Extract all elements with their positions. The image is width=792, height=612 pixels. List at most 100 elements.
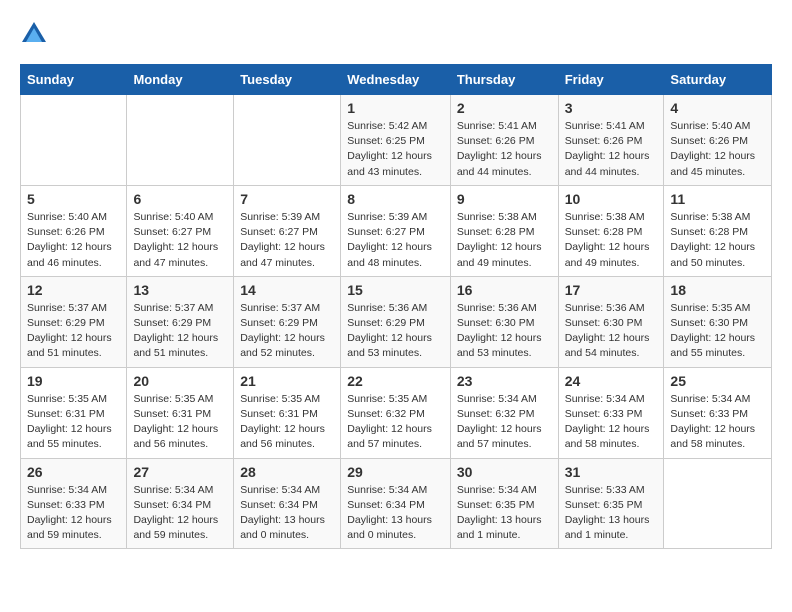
- day-number: 9: [457, 191, 552, 207]
- day-info: Sunrise: 5:38 AM Sunset: 6:28 PM Dayligh…: [670, 210, 765, 271]
- week-row-2: 5Sunrise: 5:40 AM Sunset: 6:26 PM Daylig…: [21, 185, 772, 276]
- day-info: Sunrise: 5:35 AM Sunset: 6:31 PM Dayligh…: [27, 392, 120, 453]
- header-day-monday: Monday: [127, 65, 234, 95]
- calendar-cell: 28Sunrise: 5:34 AM Sunset: 6:34 PM Dayli…: [234, 458, 341, 549]
- calendar-cell: 22 Sunrise: 5:35 AM Sunset: 6:32 PM Dayli…: [341, 367, 451, 458]
- calendar-cell: [21, 95, 127, 186]
- day-info: Sunrise: 5:37 AM Sunset: 6:29 PM Dayligh…: [133, 301, 227, 362]
- week-row-3: 12 Sunrise: 5:37 AM Sunset: 6:29 PM Dayli…: [21, 276, 772, 367]
- day-number: 31: [565, 464, 658, 480]
- calendar-cell: 23 Sunrise: 5:34 AM Sunset: 6:32 PM Dayli…: [450, 367, 558, 458]
- day-number: 13: [133, 282, 227, 298]
- day-number: 7: [240, 191, 334, 207]
- day-info: Sunrise: 5:42 AM Sunset: 6:25 PM Dayligh…: [347, 119, 444, 180]
- day-info: Sunrise: 5:34 AM Sunset: 6:32 PM Dayligh…: [457, 392, 552, 453]
- day-info: Sunrise: 5:39 AM Sunset: 6:27 PM Dayligh…: [240, 210, 334, 271]
- calendar-body: 1 Sunrise: 5:42 AM Sunset: 6:25 PM Daylig…: [21, 95, 772, 549]
- day-number: 25: [670, 373, 765, 389]
- header-day-wednesday: Wednesday: [341, 65, 451, 95]
- day-info: Sunrise: 5:40 AM Sunset: 6:27 PM Dayligh…: [133, 210, 227, 271]
- day-info: Sunrise: 5:33 AM Sunset: 6:35 PM Dayligh…: [565, 483, 658, 544]
- calendar-cell: 29 Sunrise: 5:34 AM Sunset: 6:34 PM Dayli…: [341, 458, 451, 549]
- calendar-cell: 7 Sunrise: 5:39 AM Sunset: 6:27 PM Daylig…: [234, 185, 341, 276]
- logo: [20, 20, 52, 48]
- header-day-tuesday: Tuesday: [234, 65, 341, 95]
- logo-icon: [20, 20, 48, 48]
- day-info: Sunrise: 5:41 AM Sunset: 6:26 PM Dayligh…: [457, 119, 552, 180]
- day-number: 10: [565, 191, 658, 207]
- calendar-cell: 31 Sunrise: 5:33 AM Sunset: 6:35 PM Dayli…: [558, 458, 664, 549]
- calendar-cell: 24 Sunrise: 5:34 AM Sunset: 6:33 PM Dayli…: [558, 367, 664, 458]
- week-row-5: 26Sunrise: 5:34 AM Sunset: 6:33 PM Dayli…: [21, 458, 772, 549]
- day-number: 20: [133, 373, 227, 389]
- day-number: 15: [347, 282, 444, 298]
- day-info: Sunrise: 5:34 AM Sunset: 6:34 PM Dayligh…: [133, 483, 227, 544]
- day-info: Sunrise: 5:41 AM Sunset: 6:26 PM Dayligh…: [565, 119, 658, 180]
- calendar-cell: 20 Sunrise: 5:35 AM Sunset: 6:31 PM Dayli…: [127, 367, 234, 458]
- day-number: 14: [240, 282, 334, 298]
- day-number: 29: [347, 464, 444, 480]
- day-number: 22: [347, 373, 444, 389]
- header-day-saturday: Saturday: [664, 65, 772, 95]
- calendar-cell: 3 Sunrise: 5:41 AM Sunset: 6:26 PM Daylig…: [558, 95, 664, 186]
- calendar-cell: 6Sunrise: 5:40 AM Sunset: 6:27 PM Daylig…: [127, 185, 234, 276]
- day-number: 12: [27, 282, 120, 298]
- day-number: 17: [565, 282, 658, 298]
- day-number: 2: [457, 100, 552, 116]
- day-info: Sunrise: 5:38 AM Sunset: 6:28 PM Dayligh…: [565, 210, 658, 271]
- calendar-table: SundayMondayTuesdayWednesdayThursdayFrid…: [20, 64, 772, 549]
- calendar-cell: [664, 458, 772, 549]
- week-row-1: 1 Sunrise: 5:42 AM Sunset: 6:25 PM Daylig…: [21, 95, 772, 186]
- day-number: 3: [565, 100, 658, 116]
- day-number: 4: [670, 100, 765, 116]
- calendar-cell: 1 Sunrise: 5:42 AM Sunset: 6:25 PM Daylig…: [341, 95, 451, 186]
- day-info: Sunrise: 5:34 AM Sunset: 6:33 PM Dayligh…: [565, 392, 658, 453]
- day-info: Sunrise: 5:35 AM Sunset: 6:31 PM Dayligh…: [133, 392, 227, 453]
- calendar-cell: [127, 95, 234, 186]
- day-number: 30: [457, 464, 552, 480]
- header-day-thursday: Thursday: [450, 65, 558, 95]
- day-number: 18: [670, 282, 765, 298]
- calendar-cell: 13 Sunrise: 5:37 AM Sunset: 6:29 PM Dayli…: [127, 276, 234, 367]
- day-info: Sunrise: 5:35 AM Sunset: 6:32 PM Dayligh…: [347, 392, 444, 453]
- calendar-cell: 9 Sunrise: 5:38 AM Sunset: 6:28 PM Daylig…: [450, 185, 558, 276]
- calendar-cell: 17Sunrise: 5:36 AM Sunset: 6:30 PM Dayli…: [558, 276, 664, 367]
- day-number: 26: [27, 464, 120, 480]
- calendar-cell: 5Sunrise: 5:40 AM Sunset: 6:26 PM Daylig…: [21, 185, 127, 276]
- calendar-cell: 25 Sunrise: 5:34 AM Sunset: 6:33 PM Dayli…: [664, 367, 772, 458]
- day-number: 24: [565, 373, 658, 389]
- header-day-friday: Friday: [558, 65, 664, 95]
- day-info: Sunrise: 5:35 AM Sunset: 6:30 PM Dayligh…: [670, 301, 765, 362]
- day-info: Sunrise: 5:40 AM Sunset: 6:26 PM Dayligh…: [670, 119, 765, 180]
- day-info: Sunrise: 5:34 AM Sunset: 6:34 PM Dayligh…: [240, 483, 334, 544]
- day-number: 16: [457, 282, 552, 298]
- calendar-cell: 10 Sunrise: 5:38 AM Sunset: 6:28 PM Dayli…: [558, 185, 664, 276]
- calendar-header: SundayMondayTuesdayWednesdayThursdayFrid…: [21, 65, 772, 95]
- calendar-cell: 8Sunrise: 5:39 AM Sunset: 6:27 PM Daylig…: [341, 185, 451, 276]
- page-header: [20, 20, 772, 48]
- day-number: 1: [347, 100, 444, 116]
- calendar-cell: 30Sunrise: 5:34 AM Sunset: 6:35 PM Dayli…: [450, 458, 558, 549]
- day-number: 11: [670, 191, 765, 207]
- calendar-cell: 11 Sunrise: 5:38 AM Sunset: 6:28 PM Dayli…: [664, 185, 772, 276]
- calendar-cell: 26Sunrise: 5:34 AM Sunset: 6:33 PM Dayli…: [21, 458, 127, 549]
- day-info: Sunrise: 5:34 AM Sunset: 6:33 PM Dayligh…: [670, 392, 765, 453]
- calendar-cell: 4 Sunrise: 5:40 AM Sunset: 6:26 PM Daylig…: [664, 95, 772, 186]
- day-number: 23: [457, 373, 552, 389]
- day-info: Sunrise: 5:34 AM Sunset: 6:34 PM Dayligh…: [347, 483, 444, 544]
- calendar-cell: 19Sunrise: 5:35 AM Sunset: 6:31 PM Dayli…: [21, 367, 127, 458]
- day-info: Sunrise: 5:38 AM Sunset: 6:28 PM Dayligh…: [457, 210, 552, 271]
- week-row-4: 19Sunrise: 5:35 AM Sunset: 6:31 PM Dayli…: [21, 367, 772, 458]
- day-number: 5: [27, 191, 120, 207]
- day-info: Sunrise: 5:36 AM Sunset: 6:29 PM Dayligh…: [347, 301, 444, 362]
- day-number: 21: [240, 373, 334, 389]
- day-info: Sunrise: 5:39 AM Sunset: 6:27 PM Dayligh…: [347, 210, 444, 271]
- day-info: Sunrise: 5:35 AM Sunset: 6:31 PM Dayligh…: [240, 392, 334, 453]
- day-info: Sunrise: 5:36 AM Sunset: 6:30 PM Dayligh…: [457, 301, 552, 362]
- calendar-cell: 21 Sunrise: 5:35 AM Sunset: 6:31 PM Dayli…: [234, 367, 341, 458]
- day-info: Sunrise: 5:37 AM Sunset: 6:29 PM Dayligh…: [27, 301, 120, 362]
- calendar-cell: 2 Sunrise: 5:41 AM Sunset: 6:26 PM Daylig…: [450, 95, 558, 186]
- calendar-cell: 16 Sunrise: 5:36 AM Sunset: 6:30 PM Dayli…: [450, 276, 558, 367]
- header-row: SundayMondayTuesdayWednesdayThursdayFrid…: [21, 65, 772, 95]
- calendar-cell: 27Sunrise: 5:34 AM Sunset: 6:34 PM Dayli…: [127, 458, 234, 549]
